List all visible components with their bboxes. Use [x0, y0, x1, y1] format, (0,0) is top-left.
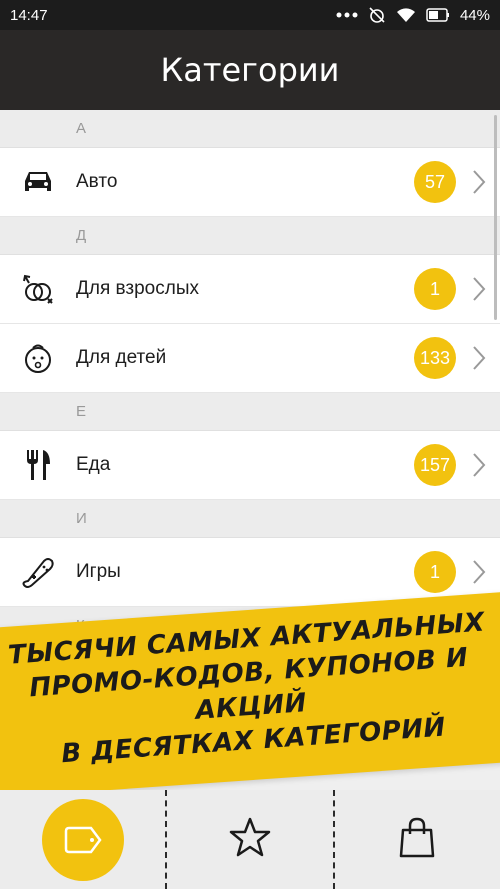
count-badge: 1	[414, 551, 456, 593]
count-badge: 57	[414, 161, 456, 203]
category-label: Еда	[76, 454, 111, 475]
section-letter: Д	[76, 227, 87, 244]
chevron-right-icon	[464, 169, 494, 195]
category-row-kids[interactable]: Для детей 133	[0, 324, 500, 393]
alarm-off-icon	[368, 6, 386, 24]
tab-favorites[interactable]	[165, 790, 332, 889]
app-bar: Категории	[0, 30, 500, 110]
section-header: Д	[0, 217, 500, 255]
app-screen: 14:47 44% Категории А Авто 57 Д Для взро…	[0, 0, 500, 889]
category-label: Игры	[76, 561, 121, 582]
car-icon	[0, 169, 76, 195]
section-header: А	[0, 110, 500, 148]
scrollbar[interactable]	[494, 115, 497, 320]
chevron-right-icon	[464, 559, 494, 585]
chevron-right-icon	[464, 276, 494, 302]
cutlery-icon	[0, 448, 76, 482]
section-letter: Е	[76, 403, 87, 420]
baby-icon	[0, 341, 76, 375]
tag-icon	[41, 798, 124, 881]
gamepad-icon	[0, 555, 76, 589]
category-label: Для детей	[76, 347, 167, 368]
chevron-right-icon	[464, 452, 494, 478]
category-row-adult[interactable]: Для взрослых 1	[0, 255, 500, 324]
dots-icon	[336, 11, 358, 19]
battery-icon	[426, 8, 450, 22]
category-label: Для взрослых	[76, 278, 199, 299]
count-badge: 133	[414, 337, 456, 379]
tab-coupons[interactable]	[0, 790, 165, 889]
section-letter: И	[76, 510, 87, 527]
count-badge: 1	[414, 268, 456, 310]
wifi-icon	[396, 7, 416, 23]
shopping-bag-icon	[399, 816, 435, 863]
gender-icon	[0, 272, 76, 306]
category-row-food[interactable]: Еда 157	[0, 431, 500, 500]
section-letter: А	[76, 120, 87, 137]
section-header: Е	[0, 393, 500, 431]
page-title: Категории	[160, 51, 340, 89]
status-time: 14:47	[10, 6, 48, 24]
star-icon	[229, 817, 271, 862]
status-bar: 14:47 44%	[0, 0, 500, 30]
chevron-right-icon	[464, 345, 494, 371]
section-header: И	[0, 500, 500, 538]
tab-shops[interactable]	[332, 790, 500, 889]
battery-percent: 44%	[459, 6, 490, 24]
count-badge: 157	[414, 444, 456, 486]
bottom-nav	[0, 790, 500, 889]
category-label: Авто	[76, 171, 118, 192]
category-row-auto[interactable]: Авто 57	[0, 148, 500, 217]
